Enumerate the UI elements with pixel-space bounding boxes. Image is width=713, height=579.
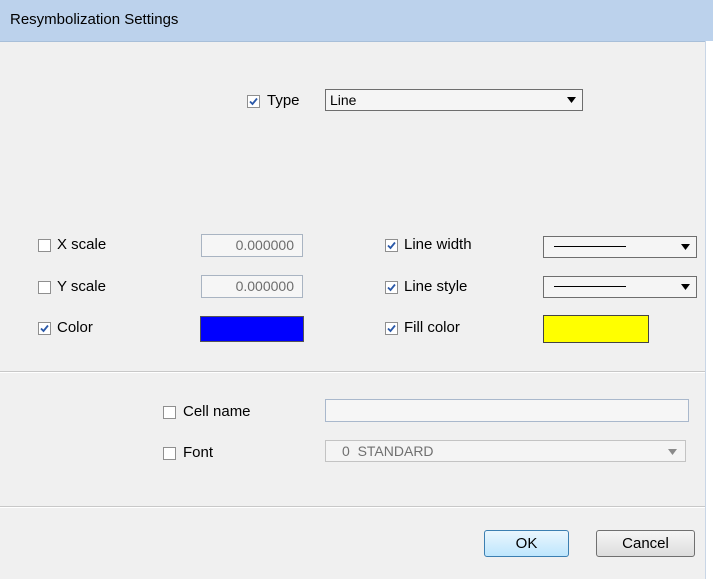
type-checkbox[interactable]	[247, 95, 260, 108]
type-dropdown-value: Line	[330, 92, 357, 108]
cell-name-field[interactable]	[325, 399, 689, 422]
y-scale-label: Y scale	[57, 278, 106, 295]
line-width-checkbox[interactable]	[385, 239, 398, 252]
x-scale-checkbox[interactable]	[38, 239, 51, 252]
checkmark-icon	[40, 324, 49, 333]
font-label: Font	[183, 444, 214, 461]
line-style-label: Line style	[404, 278, 468, 295]
window-title: Resymbolization Settings	[10, 11, 179, 28]
chevron-down-icon	[668, 449, 677, 455]
type-dropdown[interactable]: Line	[325, 89, 583, 111]
fill-color-checkbox[interactable]	[385, 322, 398, 335]
line-width-label: Line width	[404, 236, 472, 253]
font-dropdown[interactable]: 0 STANDARD	[325, 440, 686, 462]
chevron-down-icon	[567, 97, 576, 103]
line-style-checkbox[interactable]	[385, 281, 398, 294]
type-label: Type	[267, 92, 300, 109]
color-checkbox[interactable]	[38, 322, 51, 335]
font-checkbox[interactable]	[163, 447, 176, 460]
line-style-dropdown[interactable]	[543, 276, 697, 298]
window-frame-edge	[705, 41, 713, 579]
ok-button[interactable]: OK	[484, 530, 569, 557]
checkmark-icon	[387, 283, 396, 292]
title-bar: Resymbolization Settings	[0, 0, 713, 42]
checkmark-icon	[387, 324, 396, 333]
cell-name-label: Cell name	[183, 403, 251, 420]
chevron-down-icon	[681, 284, 690, 290]
x-scale-field[interactable]: 0.000000	[201, 234, 303, 257]
line-style-preview	[554, 286, 626, 287]
y-scale-field[interactable]: 0.000000	[201, 275, 303, 298]
line-width-dropdown[interactable]	[543, 236, 697, 258]
section-divider-highlight	[0, 372, 705, 373]
checkmark-icon	[249, 97, 258, 106]
x-scale-label: X scale	[57, 236, 107, 253]
footer-divider-highlight	[0, 507, 705, 508]
checkmark-icon	[387, 241, 396, 250]
cell-name-checkbox[interactable]	[163, 406, 176, 419]
font-dropdown-value: 0 STANDARD	[342, 443, 434, 459]
fill-color-label: Fill color	[404, 319, 460, 336]
color-swatch-button[interactable]	[200, 316, 304, 342]
cancel-button[interactable]: Cancel	[596, 530, 695, 557]
fill-color-swatch-button[interactable]	[543, 315, 649, 343]
chevron-down-icon	[681, 244, 690, 250]
line-width-preview	[554, 246, 626, 247]
color-label: Color	[57, 319, 93, 336]
y-scale-checkbox[interactable]	[38, 281, 51, 294]
